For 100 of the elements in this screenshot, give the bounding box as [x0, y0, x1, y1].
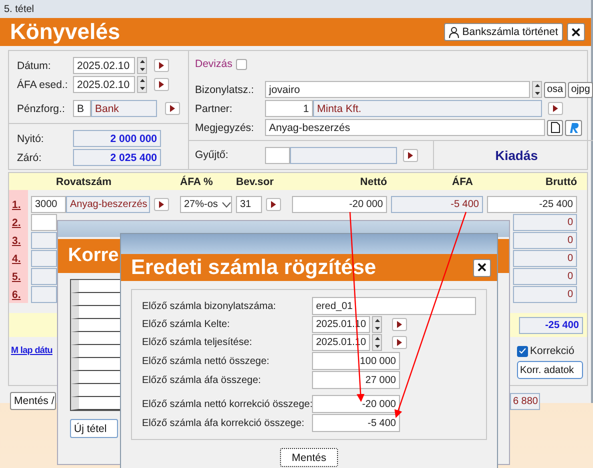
play-icon: [553, 105, 558, 112]
arrow-button[interactable]: [154, 198, 169, 211]
new-item-button[interactable]: Új tétel: [70, 419, 118, 438]
play-icon: [159, 62, 164, 69]
row-number: 2.: [11, 216, 22, 228]
document-number-field[interactable]: jovairo: [265, 81, 530, 98]
document-number-field[interactable]: ered_01: [312, 297, 476, 315]
column-header: ÁFA: [451, 176, 474, 188]
account-field[interactable]: [31, 214, 57, 231]
dialog-title: Eredeti számla rögzítése: [131, 256, 378, 280]
row-number: 6.: [11, 288, 22, 300]
close-button[interactable]: ✕: [473, 258, 491, 276]
spinner-button[interactable]: [137, 57, 147, 74]
person-icon: [449, 26, 460, 38]
save-button[interactable]: Mentés: [280, 448, 338, 467]
date-link[interactable]: M lap dátu: [11, 345, 52, 379]
gross-field[interactable]: 0: [513, 232, 577, 249]
correction-data-button[interactable]: Korr. adatok: [517, 361, 583, 379]
field-label: Előző számla nettó összege:: [142, 356, 270, 366]
play-icon: [408, 152, 413, 158]
gross-field[interactable]: 0: [513, 250, 577, 267]
close-button[interactable]: ✕: [567, 23, 585, 41]
field-label: Előző számla áfa összege:: [142, 374, 262, 386]
window-heading: Korre: [68, 245, 119, 267]
gross-field[interactable]: -25 400: [487, 196, 577, 213]
vat-field: -5 400: [391, 196, 483, 213]
vat-dropdown[interactable]: 27%-os: [180, 196, 232, 213]
play-icon: [159, 201, 164, 208]
spinner-button[interactable]: [372, 334, 382, 351]
play-icon: [271, 201, 276, 208]
gross-field[interactable]: 0: [513, 268, 577, 285]
up-arrow-icon: [140, 60, 144, 64]
arrow-button[interactable]: [154, 78, 169, 91]
spinner-button[interactable]: [372, 316, 382, 333]
field-label: Pénzforg.:: [17, 102, 66, 114]
account-field[interactable]: 3000: [31, 196, 66, 213]
document-button[interactable]: osa: [544, 82, 566, 98]
account-name-field: Anyag-beszerzés: [66, 196, 150, 213]
code-field[interactable]: [265, 146, 290, 164]
row-number: 4.: [11, 252, 22, 264]
amount-field[interactable]: -20 000: [312, 395, 400, 413]
row-number: 3.: [11, 234, 22, 246]
spinner-button[interactable]: [532, 81, 542, 98]
account-field[interactable]: [31, 232, 57, 249]
field-label: Előző számla bizonylatszáma:: [142, 300, 277, 312]
name-field: Bank: [91, 100, 157, 117]
field-label: Előző számla Kelte:: [142, 319, 231, 330]
field-label: Záró:: [17, 152, 43, 164]
amount-field[interactable]: 100 000: [312, 352, 400, 370]
gross-field[interactable]: 0: [513, 214, 577, 231]
down-arrow-icon: [534, 92, 540, 95]
document-button[interactable]: ojpg: [568, 82, 593, 98]
field-label: Bizonylatsz.:: [195, 84, 255, 96]
save-button[interactable]: Mentés /: [10, 392, 56, 410]
down-arrow-icon: [374, 344, 380, 348]
r-logo-icon[interactable]: [565, 120, 582, 136]
note-field[interactable]: Anyag-beszerzés: [265, 119, 545, 136]
arrow-button[interactable]: [165, 102, 180, 115]
amount-field[interactable]: 27 000: [312, 371, 400, 389]
field-label: Előző számla teljesítése:: [142, 337, 254, 348]
line-field[interactable]: 31: [236, 196, 262, 213]
down-arrow-icon: [140, 86, 144, 90]
account-field[interactable]: [31, 286, 57, 303]
amount-field[interactable]: -5 400: [312, 414, 400, 432]
play-icon: [397, 321, 402, 328]
checkbox[interactable]: [236, 58, 248, 70]
arrow-button[interactable]: [548, 102, 563, 115]
arrow-button[interactable]: [392, 336, 407, 349]
window-title: 5. tétel: [4, 4, 34, 14]
partner-code-field[interactable]: 1: [265, 100, 313, 117]
up-arrow-icon: [534, 84, 540, 88]
history-button[interactable]: Bankszámla történet: [444, 23, 563, 41]
amount-field: 6 880: [510, 392, 540, 410]
play-icon: [397, 339, 402, 346]
arrow-button[interactable]: [266, 198, 281, 211]
date-field[interactable]: 2025.02.10: [73, 57, 135, 74]
checkbox[interactable]: [517, 346, 528, 356]
total-field: -25 400: [519, 316, 583, 334]
account-field[interactable]: [31, 268, 57, 285]
column-header: Rovatszám: [55, 176, 112, 188]
account-field[interactable]: [31, 250, 57, 267]
row-number: 1.: [11, 198, 22, 210]
arrow-button[interactable]: [403, 148, 418, 162]
field-label: Előző számla áfa korrekció összege:: [142, 418, 306, 428]
amount-field: 2 000 000: [73, 130, 161, 147]
gross-field[interactable]: 0: [513, 286, 577, 303]
spinner-button[interactable]: [137, 76, 147, 93]
up-arrow-icon: [140, 79, 144, 82]
net-field[interactable]: -20 000: [292, 196, 387, 213]
arrow-button[interactable]: [154, 59, 169, 72]
field-label: Megjegyzés:: [195, 122, 255, 134]
checkmark-icon: [519, 348, 526, 354]
column-header: Nettó: [359, 176, 387, 188]
amount-field: 2 025 400: [73, 149, 161, 166]
field-label: Előző számla nettó korrekció összege:: [142, 398, 310, 410]
code-field[interactable]: B: [73, 100, 91, 117]
date-field[interactable]: 2025.02.10: [73, 76, 135, 93]
document-icon[interactable]: [547, 120, 563, 136]
column-header: ÁFA %: [180, 176, 214, 188]
arrow-button[interactable]: [392, 318, 407, 331]
